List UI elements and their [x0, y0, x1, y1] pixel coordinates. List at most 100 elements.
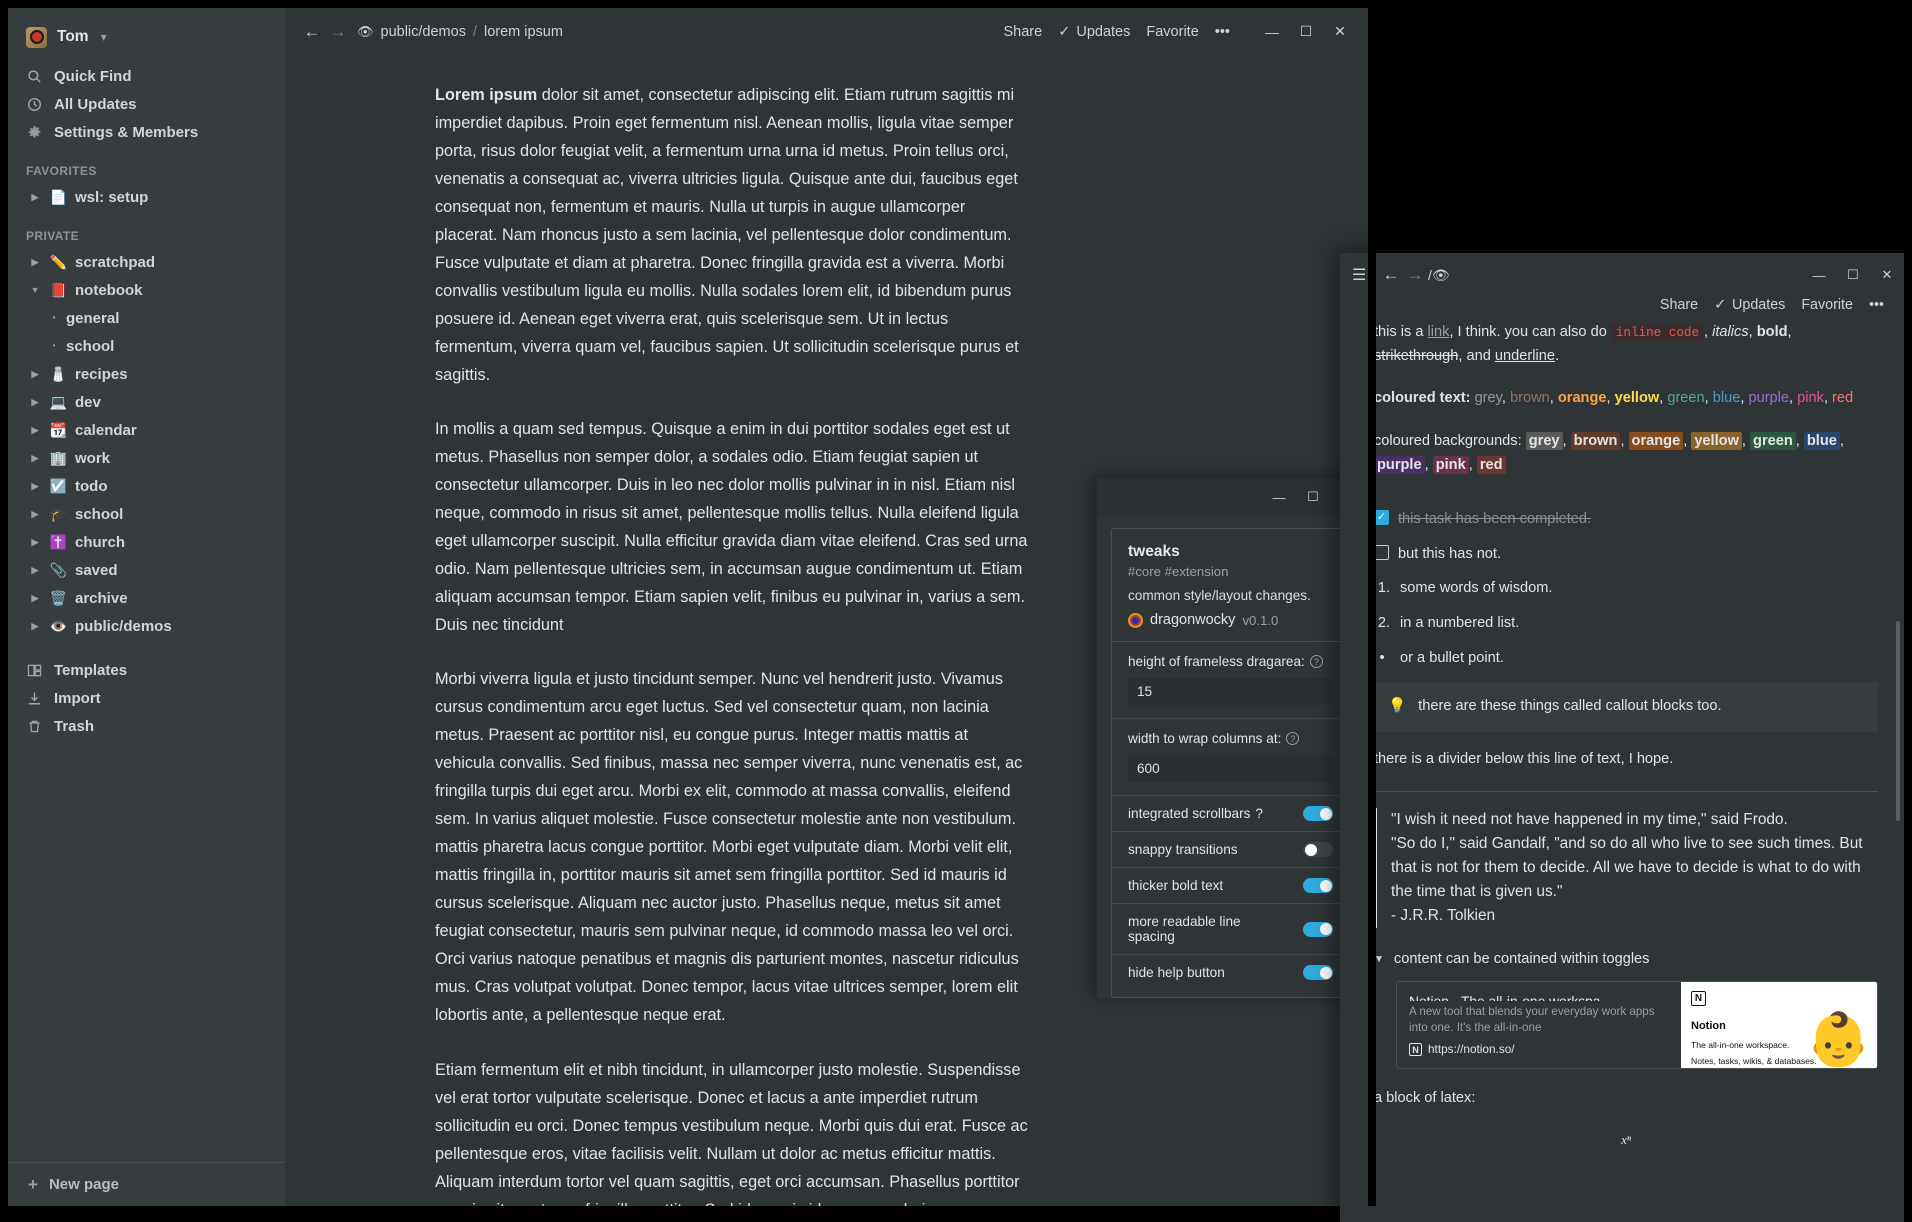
sidebar-item-calendar[interactable]: ▶ 📆 calendar [8, 416, 285, 444]
sidebar-item-notebook-school[interactable]: · school [8, 332, 285, 360]
minimize-button[interactable]: — [1802, 259, 1836, 291]
page-icon: ✝️ [49, 534, 68, 550]
updates-button[interactable]: ✓ Updates [1058, 24, 1130, 40]
divider-note[interactable]: there is a divider below this line of te… [1374, 748, 1878, 772]
coloured-text-line[interactable]: coloured text: grey, brown, orange, yell… [1374, 387, 1878, 411]
sidebar-item-archive[interactable]: ▶ 🗑️ archive [8, 584, 285, 612]
toggle-switch[interactable] [1303, 878, 1333, 893]
twisty-icon[interactable]: ▶ [28, 453, 42, 464]
sidebar-item-dev[interactable]: ▶ 💻 dev [8, 388, 285, 416]
twisty-icon[interactable]: ▶ [28, 509, 42, 520]
sidebar-item-label: All Updates [54, 95, 137, 113]
todo-item-incomplete[interactable]: but this has not. [1374, 543, 1878, 567]
strikethrough-text: strikethrough [1374, 347, 1459, 364]
toggle-switch[interactable] [1303, 965, 1333, 980]
toggle-switch[interactable] [1303, 806, 1333, 821]
updates-button[interactable]: ✓ Updates [1714, 297, 1785, 313]
twisty-icon[interactable]: ▶ [28, 565, 42, 576]
colour-green: green [1667, 390, 1705, 407]
favorite-button[interactable]: Favorite [1801, 297, 1853, 313]
quote-block[interactable]: "I wish it need not have happened in my … [1374, 807, 1878, 928]
forward-button[interactable]: → [1404, 265, 1426, 285]
bookmark-url[interactable]: https://notion.so/ [1428, 1040, 1515, 1059]
author-name[interactable]: dragonwocky [1150, 612, 1235, 628]
twisty-icon[interactable]: ▶ [28, 192, 42, 203]
latex-label[interactable]: a block of latex: [1374, 1087, 1878, 1111]
maximize-button[interactable]: ☐ [1296, 482, 1330, 512]
breadcrumb-current[interactable]: lorem ipsum [484, 24, 563, 40]
more-options-icon[interactable]: ••• [1215, 24, 1230, 40]
help-icon[interactable]: ? [1286, 732, 1300, 745]
sidebar-item-quick-find[interactable]: Quick Find [8, 62, 285, 90]
list-item[interactable]: 1. some words of wisdom. [1374, 577, 1878, 601]
minimize-button[interactable]: — [1256, 17, 1288, 47]
help-icon[interactable]: ? [1309, 655, 1323, 668]
sidebar-item-saved[interactable]: ▶ 📎 saved [8, 556, 285, 584]
workspace-switcher[interactable]: Tom ▾ [8, 20, 285, 54]
help-icon[interactable]: ? [1255, 806, 1263, 821]
close-button[interactable]: ✕ [1870, 259, 1904, 291]
sidebar-item-notebook-general[interactable]: · general [8, 304, 285, 332]
twisty-icon[interactable]: ▶ [28, 425, 42, 436]
sidebar-item-public-demos[interactable]: ▶ 👁️ public/demos [8, 612, 285, 640]
sidebar-item-import[interactable]: Import [8, 684, 285, 712]
sidebar-item-todo[interactable]: ▶ ☑️ todo [8, 472, 285, 500]
more-options-icon[interactable]: ••• [1869, 297, 1884, 313]
demo-link[interactable]: link [1428, 324, 1450, 340]
favorite-button[interactable]: Favorite [1146, 24, 1198, 40]
minimize-button[interactable]: — [1262, 482, 1296, 512]
twisty-icon[interactable]: ▶ [28, 593, 42, 604]
back-button[interactable]: ← [1378, 265, 1404, 285]
todo-item-completed[interactable]: ✓ this task has been completed. [1374, 508, 1878, 532]
demo-scrollbar[interactable] [1896, 621, 1900, 821]
bullet-icon: · [52, 337, 57, 354]
dragarea-height-input[interactable] [1128, 678, 1333, 705]
paragraph[interactable]: Etiam fermentum elit et nibh tincidunt, … [435, 1056, 1031, 1207]
maximize-button[interactable]: ☐ [1290, 17, 1322, 47]
sidebar-item-recipes[interactable]: ▶ 🧂 recipes [8, 360, 285, 388]
sidebar-item-templates[interactable]: Templates [8, 656, 285, 684]
back-button[interactable]: ← [299, 22, 325, 42]
demo-action-bar: Share ✓ Updates Favorite ••• [1340, 297, 1904, 321]
sidebar-item-work[interactable]: ▶ 🏢 work [8, 444, 285, 472]
sidebar-item-scratchpad[interactable]: ▶ ✏️ scratchpad [8, 248, 285, 276]
bookmark-block[interactable]: Notion - The all-in-one workspa... A new… [1396, 981, 1878, 1070]
sidebar-item-church[interactable]: ▶ ✝️ church [8, 528, 285, 556]
twisty-icon[interactable]: ▶ [28, 621, 42, 632]
share-button[interactable]: Share [1660, 297, 1698, 313]
twisty-icon[interactable]: ▶ [28, 369, 42, 380]
toggle-switch[interactable] [1303, 921, 1333, 937]
toggle-block-header[interactable]: ▼ content can be contained within toggle… [1374, 948, 1878, 972]
twisty-icon[interactable]: ▶ [28, 257, 42, 268]
list-item[interactable]: • or a bullet point. [1374, 647, 1878, 671]
forward-button[interactable]: → [325, 22, 351, 42]
maximize-button[interactable]: ☐ [1836, 259, 1870, 291]
breadcrumb[interactable]: /👁 [1428, 267, 1450, 284]
column-wrap-width-input[interactable] [1128, 755, 1333, 782]
checkbox-checked-icon[interactable]: ✓ [1374, 510, 1389, 526]
checkbox-unchecked-icon[interactable] [1374, 544, 1389, 560]
breadcrumb-parent[interactable]: public/demos [381, 24, 466, 40]
sidebar-item-settings-members[interactable]: Settings & Members [8, 118, 285, 146]
sidebar-item-notebook[interactable]: ▼ 📕 notebook [8, 276, 285, 304]
share-button[interactable]: Share [1004, 24, 1043, 40]
paragraph[interactable]: In mollis a quam sed tempus. Quisque a e… [435, 415, 1031, 639]
close-button[interactable]: ✕ [1324, 17, 1356, 47]
list-item[interactable]: 2. in a numbered list. [1374, 612, 1878, 636]
sidebar-item-trash[interactable]: Trash [8, 712, 285, 740]
toggle-switch[interactable] [1303, 842, 1333, 857]
sidebar-item-wsl-setup[interactable]: ▶ 📄 wsl: setup [8, 183, 285, 211]
sidebar-item-all-updates[interactable]: All Updates [8, 90, 285, 118]
twisty-icon[interactable]: ▶ [28, 537, 42, 548]
twisty-icon[interactable]: ▶ [28, 481, 42, 492]
paragraph[interactable]: Lorem ipsum dolor sit amet, consectetur … [435, 81, 1031, 389]
sidebar-item-school[interactable]: ▶ 🎓 school [8, 500, 285, 528]
formatting-demo-line[interactable]: this is a link, I think. you can also do… [1374, 321, 1878, 368]
twisty-icon[interactable]: ▶ [28, 397, 42, 408]
callout-block[interactable]: 💡 there are these things called callout … [1374, 682, 1878, 733]
coloured-backgrounds-line[interactable]: coloured backgrounds: grey, brown, orang… [1374, 430, 1878, 477]
new-page-button[interactable]: + New page [8, 1162, 285, 1206]
option-label: height of frameless dragarea: ? [1128, 654, 1333, 669]
twisty-icon[interactable]: ▼ [28, 285, 42, 295]
paragraph[interactable]: Morbi viverra ligula et justo tincidunt … [435, 665, 1031, 1029]
